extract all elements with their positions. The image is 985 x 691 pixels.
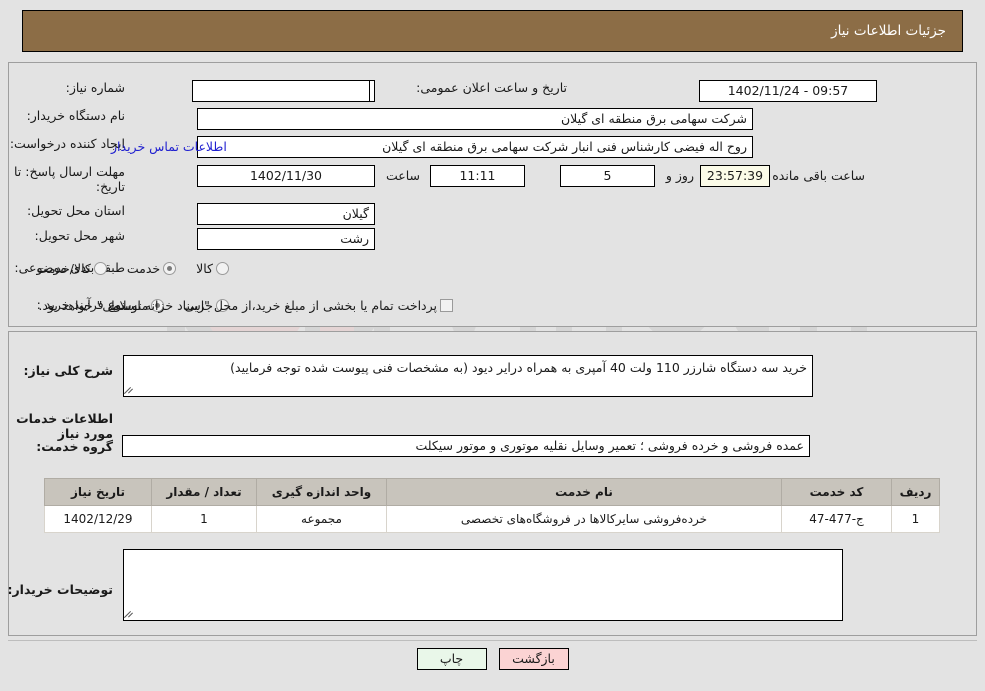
td-radif: 1	[891, 505, 940, 533]
announce-datetime-label: تاریخ و ساعت اعلان عمومی:	[416, 80, 567, 95]
th-service-name: نام خدمت	[386, 478, 782, 506]
table-header-row: ردیف کد خدمت نام خدمت واحد اندازه گیری ت…	[44, 478, 940, 506]
buyer-org-row: نام دستگاه خریدار:	[27, 108, 125, 123]
radio-category-kala-khedmat[interactable]	[93, 262, 107, 275]
td-service-code: ج-477-47	[781, 505, 892, 533]
resize-grip-icon	[124, 385, 136, 395]
creator-row: ایجاد کننده درخواست:	[10, 136, 125, 151]
remaining-days-label: روز و	[665, 168, 694, 183]
deadline-row: مهلت ارسال پاسخ: تا تاریخ:	[13, 164, 125, 194]
province-row: استان محل تحویل:	[27, 203, 125, 218]
td-quantity: 1	[151, 505, 257, 533]
city-label: شهر محل تحویل:	[34, 228, 125, 243]
service-group-value: عمده فروشی و خرده فروشی ؛ تعمیر وسایل نق…	[122, 435, 810, 457]
action-buttons: بازگشت چاپ	[0, 648, 985, 670]
page-root: جزئیات اطلاعات نیاز شماره نیاز: 11020010…	[0, 0, 985, 691]
remaining-days-value: 5	[560, 165, 655, 187]
buyer-notes-label: توضیحات خریدار:	[7, 582, 113, 597]
back-button[interactable]: بازگشت	[498, 648, 569, 670]
print-button[interactable]: چاپ	[416, 648, 487, 670]
deadline-hour-value: 11:11	[430, 165, 525, 187]
radio-category-kala-khedmat-label: کالا/خدمت	[36, 261, 91, 276]
radio-category-kala[interactable]	[216, 262, 229, 275]
treasury-checkbox[interactable]	[440, 299, 453, 312]
service-items-table-wrap: ردیف کد خدمت نام خدمت واحد اندازه گیری ت…	[44, 478, 940, 533]
general-desc-value: خرید سه دستگاه شارزر 110 ولت 40 آمپری به…	[230, 360, 807, 375]
buyer-org-label: نام دستگاه خریدار:	[26, 108, 125, 123]
need-number-label: شماره نیاز:	[65, 80, 125, 95]
announce-datetime-row: تاریخ و ساعت اعلان عمومی:	[416, 80, 567, 95]
buyer-contact-link[interactable]: اطلاعات تماس خریدار	[111, 139, 227, 154]
table-row: 1 ج-477-47 خرده‌فروشی سایرکالاها در فروش…	[44, 505, 940, 533]
general-desc-textarea[interactable]: خرید سه دستگاه شارزر 110 ولت 40 آمپری به…	[123, 355, 813, 397]
radio-category-khedmat-label: خدمت	[126, 261, 161, 276]
buyer-org-value: شرکت سهامی برق منطقه ای گیلان	[197, 108, 753, 130]
radio-category-khedmat[interactable]	[163, 262, 177, 275]
category-options: کالا خدمت کالا/خدمت	[20, 261, 233, 276]
th-service-code: کد خدمت	[781, 478, 892, 506]
city-value: رشت	[197, 228, 375, 250]
city-row: شهر محل تحویل:	[35, 228, 125, 243]
deadline-date-value: 1402/11/30	[197, 165, 375, 187]
td-need-date: 1402/12/29	[44, 505, 152, 533]
treasury-row: پرداخت تمام یا بخشی از مبلغ خرید،از محل …	[38, 298, 457, 313]
service-group-label: گروه خدمت:	[36, 439, 113, 454]
radio-category-kala-label: کالا	[196, 261, 213, 276]
buyer-notes-textarea[interactable]	[123, 549, 843, 621]
province-label: استان محل تحویل:	[26, 203, 125, 218]
deadline-label: مهلت ارسال پاسخ: تا تاریخ:	[14, 164, 125, 194]
remaining-suffix-label: ساعت باقی مانده	[772, 168, 865, 183]
announce-datetime-value: 09:57 - 1402/11/24	[699, 80, 877, 102]
service-items-table: ردیف کد خدمت نام خدمت واحد اندازه گیری ت…	[44, 478, 940, 533]
province-value: گیلان	[197, 203, 375, 225]
th-unit: واحد اندازه گیری	[256, 478, 387, 506]
creator-label: ایجاد کننده درخواست:	[9, 136, 125, 151]
need-number-row: شماره نیاز:	[66, 80, 125, 95]
general-desc-label: شرح کلی نیاز:	[23, 363, 113, 378]
th-radif: ردیف	[891, 478, 940, 506]
remaining-countdown-value: 23:57:39	[700, 165, 770, 187]
td-unit: مجموعه	[256, 505, 387, 533]
footer-divider	[8, 640, 977, 641]
td-service-name: خرده‌فروشی سایرکالاها در فروشگاه‌های تخص…	[386, 505, 782, 533]
th-need-date: تاریخ نیاز	[44, 478, 152, 506]
services-heading: اطلاعات خدمات مورد نیاز	[16, 411, 113, 441]
resize-grip-icon-2	[124, 609, 136, 619]
page-title: جزئیات اطلاعات نیاز	[831, 23, 946, 39]
page-header: جزئیات اطلاعات نیاز	[22, 10, 963, 52]
th-quantity: تعداد / مقدار	[151, 478, 257, 506]
creator-value: روح اله فیضی کارشناس فنی انبار شرکت سهام…	[197, 136, 753, 158]
treasury-note-label: پرداخت تمام یا بخشی از مبلغ خرید،از محل …	[38, 298, 437, 313]
deadline-hour-label: ساعت	[385, 168, 420, 183]
